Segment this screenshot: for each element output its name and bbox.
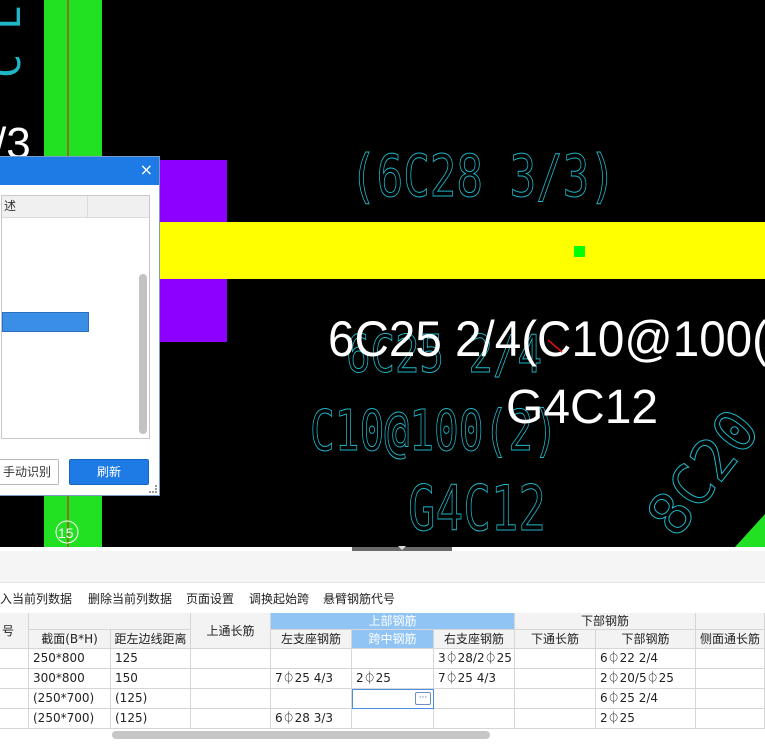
dialog-scrollbar[interactable] bbox=[139, 274, 147, 434]
table-cell[interactable]: 6⏀22 2/4 bbox=[596, 649, 696, 669]
insert-column-button[interactable]: 入当前列数据 bbox=[0, 590, 72, 607]
axis-label: 15 bbox=[58, 525, 74, 541]
support-top bbox=[160, 160, 227, 224]
dialog-title-bar[interactable]: × bbox=[0, 157, 159, 185]
table-cell[interactable] bbox=[515, 709, 596, 729]
col-header-blank bbox=[29, 613, 191, 630]
annot-white-g: G4C12 bbox=[506, 381, 658, 434]
table-cell[interactable] bbox=[696, 689, 765, 709]
col-header-dist-left[interactable]: 距左边线距离 bbox=[111, 630, 191, 649]
table-cell[interactable] bbox=[0, 649, 29, 669]
table-cell[interactable] bbox=[0, 709, 29, 729]
table-horizontal-scrollbar[interactable] bbox=[112, 731, 490, 739]
recognition-dialog[interactable]: × 述 手动识别 刷新 bbox=[0, 156, 160, 496]
table-cell[interactable] bbox=[434, 689, 515, 709]
table-cell[interactable]: (250*700) bbox=[29, 709, 111, 729]
swap-start-span-button[interactable]: 调换起始跨 bbox=[249, 590, 309, 607]
table-cell[interactable] bbox=[191, 709, 271, 729]
selected-row[interactable] bbox=[2, 312, 89, 332]
col-header-blank-right bbox=[696, 613, 765, 630]
table-cell[interactable] bbox=[271, 649, 352, 669]
ellipsis-icon[interactable]: ··· bbox=[415, 692, 431, 705]
col-header-bottom-rebar[interactable]: 下部钢筋 bbox=[596, 630, 696, 649]
active-edit-cell[interactable]: ··· bbox=[352, 689, 434, 709]
panel-tab-strip bbox=[0, 551, 765, 583]
page-setup-button[interactable]: 页面设置 bbox=[186, 590, 234, 607]
col-header-right-support[interactable]: 右支座钢筋 bbox=[434, 630, 515, 649]
annot-white-main: 6C25 2/4(C10@100( bbox=[328, 311, 765, 367]
corner-green bbox=[735, 514, 765, 547]
col-header-left-support[interactable]: 左支座钢筋 bbox=[271, 630, 352, 649]
table-cell[interactable]: (125) bbox=[111, 689, 191, 709]
annot-cyan-g: G4C12 bbox=[408, 472, 546, 545]
table-cell[interactable] bbox=[515, 649, 596, 669]
table-cell[interactable] bbox=[191, 649, 271, 669]
support-bottom bbox=[160, 278, 227, 342]
table-cell[interactable] bbox=[271, 689, 352, 709]
col-header-id[interactable]: 号 bbox=[0, 613, 29, 649]
grip-marker[interactable] bbox=[574, 246, 585, 257]
group-header-bottom-rebar: 下部钢筋 bbox=[515, 613, 696, 630]
annot-cyan-top: (6C28 3/3) bbox=[350, 142, 616, 210]
table-cell[interactable] bbox=[515, 689, 596, 709]
bottom-panel: 入当前列数据 删除当前列数据 页面设置 调换起始跨 悬臂钢筋代号 号 上通长筋 … bbox=[0, 546, 765, 744]
table-cell[interactable] bbox=[352, 709, 434, 729]
chevron-down-icon[interactable] bbox=[398, 546, 406, 550]
dialog-list[interactable]: 述 bbox=[1, 195, 150, 439]
frag-text-top: C L bbox=[0, 6, 30, 78]
table-cell[interactable] bbox=[696, 649, 765, 669]
table-cell[interactable] bbox=[191, 689, 271, 709]
table-cell[interactable] bbox=[515, 669, 596, 689]
col-header-mid-span[interactable]: 跨中钢筋 bbox=[352, 630, 434, 649]
table-cell[interactable] bbox=[696, 709, 765, 729]
dialog-list-header: 述 bbox=[2, 196, 149, 218]
col-header-side-through[interactable]: 侧面通长筋 bbox=[696, 630, 765, 649]
col-header-top-through[interactable]: 上通长筋 bbox=[191, 613, 271, 649]
resize-grip-icon[interactable] bbox=[149, 485, 157, 493]
delete-column-button[interactable]: 删除当前列数据 bbox=[88, 590, 172, 607]
table-cell[interactable]: 2⏀25 bbox=[352, 669, 434, 689]
manual-recognize-button[interactable]: 手动识别 bbox=[0, 459, 59, 485]
table-cell[interactable] bbox=[352, 649, 434, 669]
rebar-table: 号 上通长筋 上部钢筋 下部钢筋 截面(B*H) 距左边线距离 左支座钢筋 跨中… bbox=[0, 613, 765, 730]
table-cell[interactable]: 150 bbox=[111, 669, 191, 689]
group-header-top-rebar: 上部钢筋 bbox=[271, 613, 515, 630]
table-cell[interactable]: 300*800 bbox=[29, 669, 111, 689]
table-cell[interactable] bbox=[0, 689, 29, 709]
table-cell[interactable]: 6⏀28 3/3 bbox=[271, 709, 352, 729]
table-cell[interactable]: 7⏀25 4/3 bbox=[271, 669, 352, 689]
table-cell[interactable] bbox=[0, 669, 29, 689]
beam bbox=[160, 222, 765, 279]
table-cell[interactable]: (125) bbox=[111, 709, 191, 729]
close-icon[interactable]: × bbox=[140, 160, 153, 180]
table-cell[interactable]: 250*800 bbox=[29, 649, 111, 669]
table-cell[interactable] bbox=[434, 709, 515, 729]
col-header-section[interactable]: 截面(B*H) bbox=[29, 630, 111, 649]
refresh-button[interactable]: 刷新 bbox=[69, 459, 149, 485]
table-cell[interactable]: 7⏀25 4/3 bbox=[434, 669, 515, 689]
table-cell[interactable]: 125 bbox=[111, 649, 191, 669]
table-toolbar: 入当前列数据 删除当前列数据 页面设置 调换起始跨 悬臂钢筋代号 bbox=[0, 584, 765, 612]
table-cell[interactable]: 2⏀20/5⏀25 bbox=[596, 669, 696, 689]
cantilever-code-button[interactable]: 悬臂钢筋代号 bbox=[323, 590, 395, 607]
table-cell[interactable]: (250*700) bbox=[29, 689, 111, 709]
list-header-col: 述 bbox=[2, 196, 88, 217]
table-cell[interactable]: 3⏀28/2⏀25 bbox=[434, 649, 515, 669]
table-cell[interactable] bbox=[191, 669, 271, 689]
col-header-bottom-through[interactable]: 下通长筋 bbox=[515, 630, 596, 649]
table-cell[interactable]: 2⏀25 bbox=[596, 709, 696, 729]
table-cell[interactable] bbox=[696, 669, 765, 689]
table-cell[interactable]: 6⏀25 2/4 bbox=[596, 689, 696, 709]
